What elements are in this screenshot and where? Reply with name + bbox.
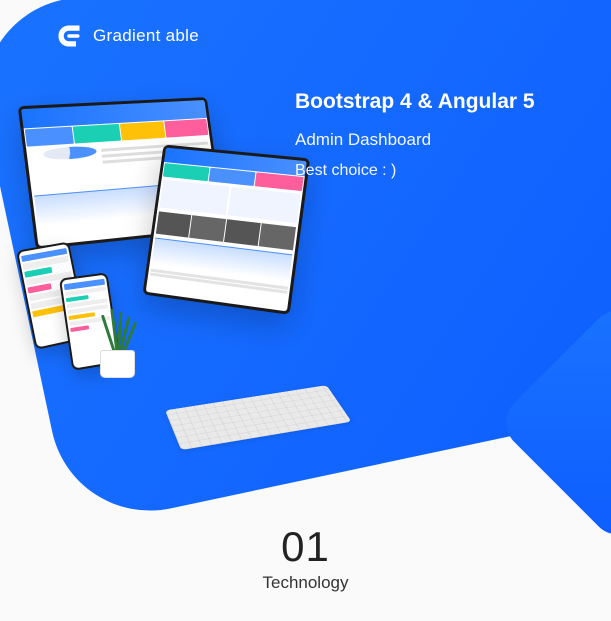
hero-subtitle: Admin Dashboard [295, 130, 535, 150]
section-number: 01 [0, 523, 611, 571]
brand-logo: Gradient able [55, 22, 199, 50]
plant-decoration [100, 350, 135, 378]
monitor-mockup-right [142, 144, 310, 314]
logo-icon [55, 22, 83, 50]
hero-text-block: Bootstrap 4 & Angular 5 Admin Dashboard … [295, 90, 535, 180]
brand-name: Gradient able [93, 26, 199, 46]
hero-title: Bootstrap 4 & Angular 5 [295, 90, 535, 114]
section-label: Technology [0, 573, 611, 593]
hero-tagline: Best choice : ) [295, 162, 535, 180]
section-footer: 01 Technology [0, 523, 611, 593]
